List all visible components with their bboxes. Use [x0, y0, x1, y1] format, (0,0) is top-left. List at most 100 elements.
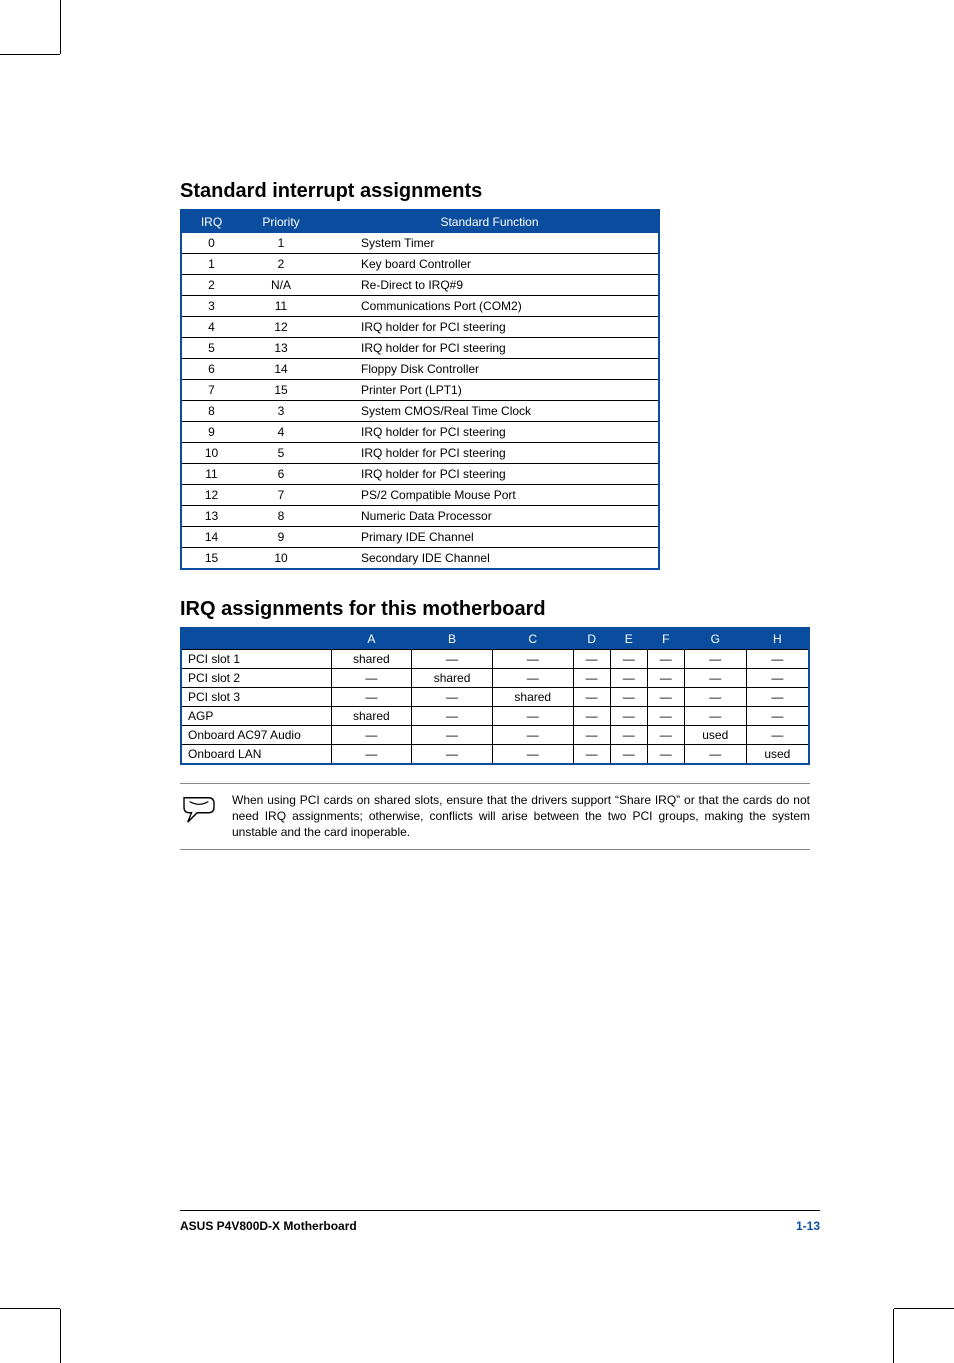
cell-value: — — [684, 745, 746, 765]
cell-value: — — [492, 650, 573, 669]
cell-value: — — [610, 707, 647, 726]
table-row: 94IRQ holder for PCI steering — [181, 422, 659, 443]
heading-irq-assignments: IRQ assignments for this motherboard — [180, 598, 820, 621]
cell-function: System Timer — [321, 233, 659, 254]
table-row: 513IRQ holder for PCI steering — [181, 338, 659, 359]
cell-function: Re-Direct to IRQ#9 — [321, 275, 659, 296]
cell-function: PS/2 Compatible Mouse Port — [321, 485, 659, 506]
cell-value: shared — [412, 669, 493, 688]
table-row: 412IRQ holder for PCI steering — [181, 317, 659, 338]
cell-irq: 1 — [181, 254, 241, 275]
cell-function: Numeric Data Processor — [321, 506, 659, 527]
th-col-g: G — [684, 628, 746, 650]
cell-priority: 2 — [241, 254, 321, 275]
cell-priority: 12 — [241, 317, 321, 338]
th-irq: IRQ — [181, 210, 241, 233]
cell-function: Key board Controller — [321, 254, 659, 275]
cell-function: Printer Port (LPT1) — [321, 380, 659, 401]
cell-priority: 1 — [241, 233, 321, 254]
cell-irq: 7 — [181, 380, 241, 401]
cell-value: shared — [331, 650, 412, 669]
th-col-c: C — [492, 628, 573, 650]
note-box: When using PCI cards on shared slots, en… — [180, 783, 810, 850]
crop-mark — [0, 1308, 60, 1309]
cell-value: — — [412, 650, 493, 669]
footer-page-number: 1-13 — [796, 1219, 820, 1233]
page-content: Standard interrupt assignments IRQ Prior… — [180, 180, 820, 850]
cell-irq: 11 — [181, 464, 241, 485]
table-row: 614Floppy Disk Controller — [181, 359, 659, 380]
cell-value: — — [746, 650, 809, 669]
cell-priority: 13 — [241, 338, 321, 359]
cell-irq: 2 — [181, 275, 241, 296]
table-row: Onboard LAN———————used — [181, 745, 809, 765]
cell-priority: 11 — [241, 296, 321, 317]
cell-value: — — [647, 726, 684, 745]
cell-irq: 0 — [181, 233, 241, 254]
table-row: 116IRQ holder for PCI steering — [181, 464, 659, 485]
table-row: 715Printer Port (LPT1) — [181, 380, 659, 401]
cell-irq: 9 — [181, 422, 241, 443]
cell-value: — — [647, 707, 684, 726]
crop-mark — [60, 1309, 61, 1363]
cell-value: — — [684, 688, 746, 707]
cell-value: — — [610, 688, 647, 707]
cell-irq: 4 — [181, 317, 241, 338]
cell-value: — — [573, 650, 610, 669]
crop-mark — [0, 54, 60, 55]
th-blank — [181, 628, 331, 650]
cell-function: IRQ holder for PCI steering — [321, 317, 659, 338]
cell-value: — — [331, 726, 412, 745]
cell-value: — — [684, 650, 746, 669]
cell-priority: 15 — [241, 380, 321, 401]
cell-irq: 5 — [181, 338, 241, 359]
cell-value: — — [573, 745, 610, 765]
cell-value: used — [746, 745, 809, 765]
note-text: When using PCI cards on shared slots, en… — [232, 792, 810, 841]
table-row: 83System CMOS/Real Time Clock — [181, 401, 659, 422]
cell-value: — — [412, 726, 493, 745]
table-row: 127PS/2 Compatible Mouse Port — [181, 485, 659, 506]
th-col-f: F — [647, 628, 684, 650]
table-row: 149Primary IDE Channel — [181, 527, 659, 548]
cell-irq: 10 — [181, 443, 241, 464]
cell-value: — — [573, 688, 610, 707]
cell-value: — — [573, 707, 610, 726]
cell-priority: 4 — [241, 422, 321, 443]
th-col-h: H — [746, 628, 809, 650]
th-col-e: E — [610, 628, 647, 650]
crop-mark — [894, 1308, 954, 1309]
cell-irq: 13 — [181, 506, 241, 527]
table-standard-interrupt: IRQ Priority Standard Function 01System … — [180, 209, 660, 570]
table-row: 311Communications Port (COM2) — [181, 296, 659, 317]
table-row: 12Key board Controller — [181, 254, 659, 275]
cell-value: — — [331, 745, 412, 765]
cell-function: Secondary IDE Channel — [321, 548, 659, 570]
table-row: AGPshared——————— — [181, 707, 809, 726]
crop-mark — [893, 1309, 894, 1363]
cell-label: PCI slot 3 — [181, 688, 331, 707]
cell-function: IRQ holder for PCI steering — [321, 464, 659, 485]
table-irq-assignments: ABCDEFGH PCI slot 1shared———————PCI slot… — [180, 627, 810, 765]
heading-standard-interrupt: Standard interrupt assignments — [180, 180, 820, 203]
cell-function: System CMOS/Real Time Clock — [321, 401, 659, 422]
table-row: 138Numeric Data Processor — [181, 506, 659, 527]
cell-label: AGP — [181, 707, 331, 726]
table-row: 01System Timer — [181, 233, 659, 254]
th-col-a: A — [331, 628, 412, 650]
cell-value: — — [412, 707, 493, 726]
cell-value: — — [331, 669, 412, 688]
cell-irq: 6 — [181, 359, 241, 380]
cell-irq: 8 — [181, 401, 241, 422]
cell-label: PCI slot 2 — [181, 669, 331, 688]
cell-priority: 8 — [241, 506, 321, 527]
cell-priority: N/A — [241, 275, 321, 296]
cell-value: — — [412, 688, 493, 707]
page-footer: ASUS P4V800D-X Motherboard 1-13 — [180, 1210, 820, 1233]
table-row: 105IRQ holder for PCI steering — [181, 443, 659, 464]
cell-function: Primary IDE Channel — [321, 527, 659, 548]
note-icon — [180, 792, 218, 829]
cell-priority: 7 — [241, 485, 321, 506]
cell-value: — — [684, 669, 746, 688]
th-col-d: D — [573, 628, 610, 650]
